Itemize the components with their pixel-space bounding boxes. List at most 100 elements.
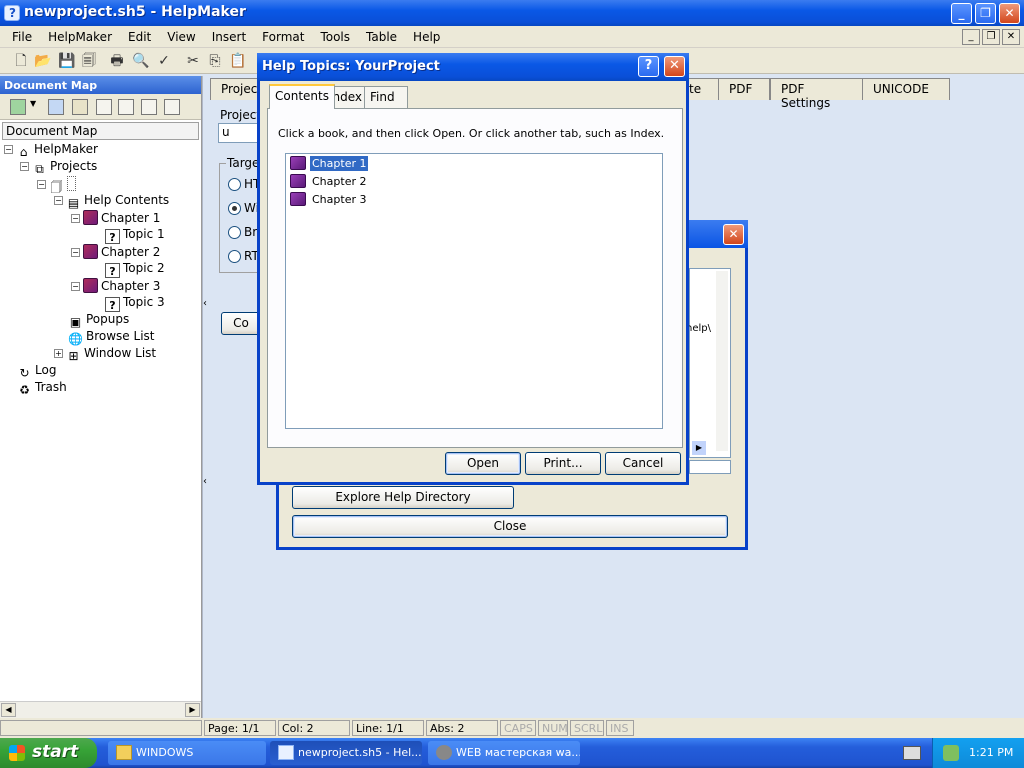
splitter-left-arrow-icon[interactable]: ‹ bbox=[203, 298, 207, 309]
tab-pdf-settings[interactable]: PDF Settings bbox=[770, 78, 866, 110]
tree-node-chapter-2[interactable]: − Chapter 2 bbox=[71, 244, 160, 261]
output-path-field[interactable] bbox=[689, 460, 731, 474]
open-folder-icon[interactable]: 📂 bbox=[34, 52, 52, 70]
mdi-minimize-icon[interactable]: _ bbox=[962, 29, 980, 45]
scroll-left-icon[interactable]: ◀ bbox=[1, 703, 16, 717]
list-item-chapter-1[interactable]: Chapter 1 bbox=[290, 156, 369, 173]
mdi-restore-icon[interactable]: ❐ bbox=[982, 29, 1000, 45]
project-input[interactable]: u bbox=[218, 123, 260, 143]
main-title-bar[interactable]: newproject.sh5 - HelpMaker _ ❐ ✕ bbox=[0, 0, 1024, 26]
cut-icon[interactable]: ✂ bbox=[184, 52, 202, 70]
contents-list[interactable]: Chapter 1 Chapter 2 Chapter 3 bbox=[285, 153, 663, 429]
minimize-button[interactable]: _ bbox=[951, 3, 972, 24]
status-page: Page: 1/1 bbox=[204, 720, 276, 736]
menu-edit[interactable]: Edit bbox=[120, 26, 159, 44]
menu-table[interactable]: Table bbox=[358, 26, 405, 44]
tree-node-helpmaker[interactable]: − ⌂ HelpMaker bbox=[4, 142, 98, 159]
open-button[interactable]: Open bbox=[445, 452, 521, 475]
save-icon[interactable]: 💾 bbox=[58, 52, 76, 70]
help-topic-icon: ? bbox=[105, 229, 120, 244]
tab-pdf[interactable]: PDF bbox=[718, 78, 770, 100]
network-icon[interactable] bbox=[943, 745, 959, 761]
scroll-right-icon[interactable]: ▶ bbox=[692, 441, 706, 455]
menu-format[interactable]: Format bbox=[254, 26, 312, 44]
compile-log-scrollbar[interactable] bbox=[716, 271, 728, 451]
tree-node-log[interactable]: ↻ Log bbox=[17, 363, 56, 380]
list-item-chapter-3[interactable]: Chapter 3 bbox=[290, 192, 368, 209]
compile-dialog-close-icon[interactable]: ✕ bbox=[723, 224, 744, 245]
taskbar-item-web-workshop[interactable]: WEB мастерская wa... bbox=[428, 741, 580, 765]
tree-node-popups[interactable]: ▣ Popups bbox=[68, 312, 129, 329]
restore-button[interactable]: ❐ bbox=[975, 3, 996, 24]
move-up-icon[interactable] bbox=[118, 99, 134, 115]
move-down-icon[interactable] bbox=[141, 99, 157, 115]
compile-log-area[interactable]: help\ ▶ bbox=[686, 268, 731, 458]
scroll-right-icon[interactable]: ▶ bbox=[185, 703, 200, 717]
menu-help[interactable]: Help bbox=[405, 26, 448, 44]
cancel-button[interactable]: Cancel bbox=[605, 452, 681, 475]
tree-node-projects[interactable]: − ⧉ Projects bbox=[20, 159, 97, 176]
close-dialog-button[interactable]: Close bbox=[292, 515, 728, 538]
trash-icon: ♻ bbox=[19, 383, 30, 397]
radio-winhelp[interactable] bbox=[228, 202, 241, 215]
compile-button[interactable]: Co bbox=[221, 312, 261, 335]
tree-node-topic-3[interactable]: ? Topic 3 bbox=[105, 295, 165, 312]
tree-node-topic-2[interactable]: ? Topic 2 bbox=[105, 261, 165, 278]
dropdown-arrow-icon[interactable]: ▼ bbox=[30, 99, 40, 115]
help-topics-title-bar[interactable]: Help Topics: YourProject ? ✕ bbox=[257, 53, 689, 81]
clock[interactable]: 1:21 PM bbox=[969, 746, 1013, 759]
taskbar-item-windows[interactable]: WINDOWS bbox=[108, 741, 266, 765]
help-topics-close-icon[interactable]: ✕ bbox=[664, 56, 685, 77]
start-button[interactable]: start bbox=[0, 738, 97, 768]
radio-browser[interactable] bbox=[228, 226, 241, 239]
tree-node-chapter-1[interactable]: − Chapter 1 bbox=[71, 210, 160, 227]
mdi-close-icon[interactable]: ✕ bbox=[1002, 29, 1020, 45]
help-topic-icon: ? bbox=[105, 263, 120, 278]
menu-file[interactable]: File bbox=[0, 26, 40, 44]
tree-node-window-list[interactable]: + ⊞ Window List bbox=[54, 346, 156, 363]
tree-node-browse-list[interactable]: 🌐 Browse List bbox=[68, 329, 154, 346]
list-item-chapter-2[interactable]: Chapter 2 bbox=[290, 174, 368, 191]
edit-node-icon[interactable] bbox=[48, 99, 64, 115]
print-icon[interactable]: 🖶 bbox=[108, 52, 126, 70]
add-node-icon[interactable] bbox=[10, 99, 26, 115]
contents-instructions: Click a book, and then click Open. Or cl… bbox=[278, 127, 665, 140]
menu-tools[interactable]: Tools bbox=[312, 26, 358, 44]
tree-node-project[interactable]: − 🗍 bbox=[37, 176, 79, 194]
spell-check-icon[interactable]: ✓ bbox=[155, 52, 173, 70]
move-right-icon[interactable] bbox=[164, 99, 180, 115]
taskbar-item-helpmaker[interactable]: newproject.sh5 - Hel... bbox=[270, 741, 422, 765]
tree-node-trash[interactable]: ♻ Trash bbox=[17, 380, 67, 397]
tree-node-chapter-3[interactable]: − Chapter 3 bbox=[71, 278, 160, 295]
left-pane-horizontal-scrollbar[interactable]: ◀ ▶ bbox=[0, 701, 201, 718]
tree-node-topic-1[interactable]: ? Topic 1 bbox=[105, 227, 165, 244]
radio-rtf[interactable] bbox=[228, 250, 241, 263]
close-button[interactable]: ✕ bbox=[999, 3, 1020, 24]
print-button[interactable]: Print... bbox=[525, 452, 601, 475]
copy-icon[interactable]: ⎘ bbox=[206, 52, 224, 70]
radio-html[interactable] bbox=[228, 178, 241, 191]
print-preview-icon[interactable]: 🔍 bbox=[132, 52, 150, 70]
tree-node-help-contents[interactable]: − ▤ Help Contents bbox=[54, 193, 169, 210]
raccoon-icon bbox=[436, 745, 452, 760]
save-all-icon[interactable]: 🗐 bbox=[80, 52, 98, 70]
menu-insert[interactable]: Insert bbox=[204, 26, 254, 44]
context-help-icon[interactable]: ? bbox=[638, 56, 659, 77]
tab-find[interactable]: Find bbox=[364, 86, 408, 108]
help-topic-icon: ? bbox=[105, 297, 120, 312]
explore-help-directory-button[interactable]: Explore Help Directory bbox=[292, 486, 514, 509]
new-file-icon[interactable]: 🗋 bbox=[12, 52, 30, 70]
paste-icon[interactable]: 📋 bbox=[229, 52, 247, 70]
windows-logo-icon bbox=[9, 745, 25, 761]
splitter-left-arrow-icon-2[interactable]: ‹ bbox=[203, 476, 207, 487]
menu-helpmaker[interactable]: HelpMaker bbox=[40, 26, 120, 44]
helpmaker-icon bbox=[278, 745, 294, 760]
tab-contents[interactable]: Contents bbox=[269, 84, 335, 109]
splitter[interactable]: ‹ ‹ bbox=[202, 76, 210, 718]
properties-icon[interactable] bbox=[72, 99, 88, 115]
keyboard-icon[interactable] bbox=[903, 746, 921, 760]
tab-project[interactable]: Project bbox=[210, 78, 262, 100]
tab-unicode[interactable]: UNICODE bbox=[862, 78, 950, 100]
menu-view[interactable]: View bbox=[159, 26, 203, 44]
move-left-icon[interactable] bbox=[96, 99, 112, 115]
